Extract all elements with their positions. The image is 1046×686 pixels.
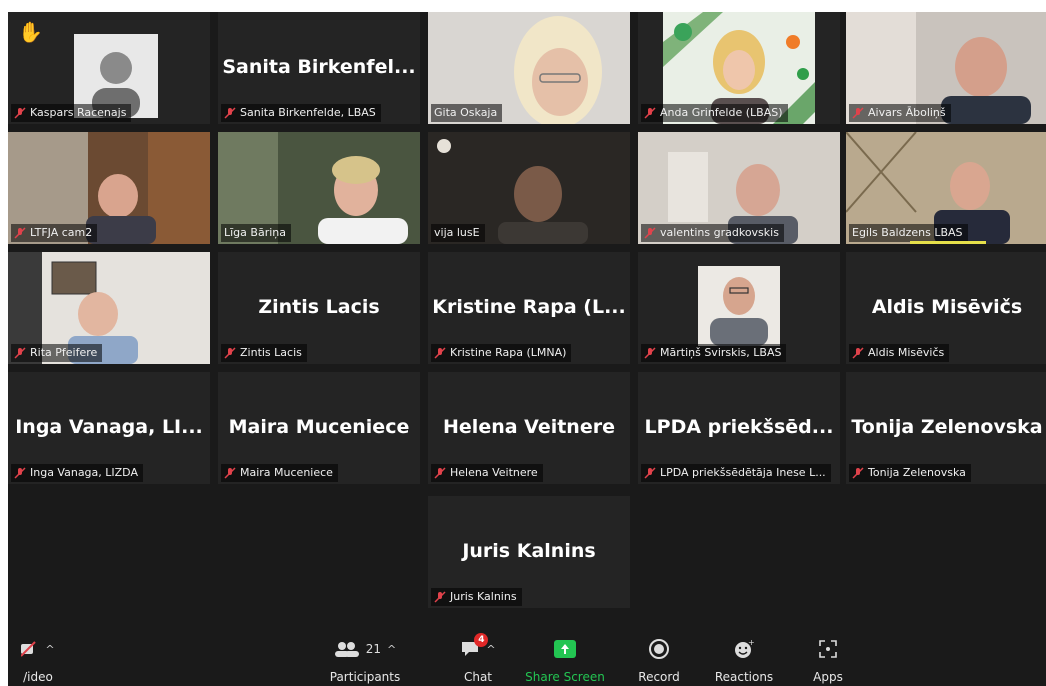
participant-tile[interactable]: Gita Oskaja bbox=[428, 12, 630, 124]
profile-photo bbox=[698, 266, 780, 346]
reactions-icon: + bbox=[735, 639, 754, 658]
participant-name: Maira Muceniece bbox=[228, 416, 410, 438]
participant-tile[interactable]: LTFJA cam2 bbox=[8, 132, 210, 244]
name-label: Aldis Misēvičs bbox=[849, 344, 950, 362]
participant-name: Tonija Zelenovska bbox=[851, 416, 1043, 438]
muted-mic-icon bbox=[644, 227, 656, 239]
muted-mic-icon bbox=[434, 591, 446, 603]
video-button[interactable]: ^ /ideo bbox=[8, 636, 68, 684]
meeting-window: ✋ Kaspars Racenajs Sanita Birkenfel... S… bbox=[8, 12, 1046, 686]
meeting-toolbar: ^ /ideo 21 ^ Participants 4 ^ Chat Share… bbox=[8, 632, 1046, 686]
name-label: Mārtiņš Svirskis, LBAS bbox=[641, 344, 787, 362]
name-label: Zintis Lacis bbox=[221, 344, 307, 362]
participant-tile-active-speaker[interactable]: Līga Bāriņa bbox=[218, 132, 420, 244]
muted-mic-icon bbox=[434, 347, 446, 359]
muted-mic-icon bbox=[14, 467, 26, 479]
participant-tile[interactable]: Sanita Birkenfel... Sanita Birkenfelde, … bbox=[218, 12, 420, 124]
chevron-up-icon[interactable]: ^ bbox=[486, 643, 495, 656]
muted-mic-icon bbox=[852, 107, 864, 119]
participants-button[interactable]: 21 ^ Participants bbox=[310, 636, 420, 684]
apps-button[interactable]: Apps bbox=[804, 636, 852, 684]
participant-tile[interactable]: Tonija Zelenovska Tonija Zelenovska bbox=[846, 372, 1046, 484]
muted-mic-icon bbox=[14, 107, 26, 119]
speaking-indicator bbox=[910, 241, 986, 244]
participant-tile[interactable]: Mārtiņš Svirskis, LBAS bbox=[638, 252, 840, 364]
record-button[interactable]: Record bbox=[632, 636, 686, 684]
name-label: Aivars Āboliņš bbox=[849, 104, 951, 122]
participant-tile[interactable]: Zintis Lacis Zintis Lacis bbox=[218, 252, 420, 364]
participant-name: Zintis Lacis bbox=[258, 296, 380, 318]
chevron-up-icon[interactable]: ^ bbox=[45, 643, 54, 656]
name-label: Kristine Rapa (LMNA) bbox=[431, 344, 572, 362]
participant-tile[interactable]: Egils Baldzens LBAS bbox=[846, 132, 1046, 244]
name-label: Līga Bāriņa bbox=[221, 224, 291, 242]
participant-tile[interactable]: Inga Vanaga, LI... Inga Vanaga, LIZDA bbox=[8, 372, 210, 484]
muted-mic-icon bbox=[14, 347, 26, 359]
participant-name: Helena Veitnere bbox=[443, 416, 615, 438]
share-screen-button[interactable]: Share Screen bbox=[520, 636, 610, 684]
participant-tile[interactable]: valentins gradkovskis bbox=[638, 132, 840, 244]
participant-tile[interactable]: ✋ Kaspars Racenajs bbox=[8, 12, 210, 124]
name-label: Gita Oskaja bbox=[431, 104, 503, 122]
participant-tile[interactable]: LPDA priekšsēd... LPDA priekšsēdētāja In… bbox=[638, 372, 840, 484]
name-label: Maira Muceniece bbox=[221, 464, 338, 482]
name-label: Egils Baldzens LBAS bbox=[849, 224, 968, 242]
muted-mic-icon bbox=[224, 347, 236, 359]
record-icon bbox=[649, 639, 669, 659]
participant-name: Aldis Misēvičs bbox=[871, 296, 1023, 318]
name-label: Inga Vanaga, LIZDA bbox=[11, 464, 143, 482]
name-label: vija lusE bbox=[431, 224, 485, 242]
participant-tile[interactable]: Anda Grinfelde (LBAS) bbox=[638, 12, 840, 124]
participant-tile[interactable]: Aivars Āboliņš bbox=[846, 12, 1046, 124]
name-label: Tonija Zelenovska bbox=[849, 464, 971, 482]
participant-name: Kristine Rapa (L... bbox=[432, 296, 626, 318]
participants-icon bbox=[334, 642, 359, 657]
muted-mic-icon bbox=[224, 467, 236, 479]
muted-mic-icon bbox=[224, 107, 236, 119]
chat-button[interactable]: 4 ^ Chat bbox=[448, 633, 508, 684]
share-screen-icon bbox=[554, 640, 576, 658]
muted-mic-icon bbox=[14, 227, 26, 239]
participant-tile[interactable]: Juris Kalnins Juris Kalnins bbox=[428, 496, 630, 608]
name-label: Sanita Birkenfelde, LBAS bbox=[221, 104, 381, 122]
muted-mic-icon bbox=[434, 467, 446, 479]
muted-mic-icon bbox=[852, 467, 864, 479]
svg-text:+: + bbox=[748, 639, 754, 647]
name-label: Rita Pfeifere bbox=[11, 344, 103, 362]
participant-tile[interactable]: Kristine Rapa (L... Kristine Rapa (LMNA) bbox=[428, 252, 630, 364]
name-label: Helena Veitnere bbox=[431, 464, 543, 482]
muted-mic-icon bbox=[644, 347, 656, 359]
participant-tile[interactable]: Rita Pfeifere bbox=[8, 252, 210, 364]
name-label: Juris Kalnins bbox=[431, 588, 522, 606]
name-label: LTFJA cam2 bbox=[11, 224, 98, 242]
reactions-button[interactable]: + Reactions bbox=[708, 636, 780, 684]
video-off-icon bbox=[21, 641, 37, 657]
name-label: Kaspars Racenajs bbox=[11, 104, 132, 122]
participant-name: Juris Kalnins bbox=[462, 540, 596, 562]
participant-name: Sanita Birkenfel... bbox=[222, 56, 416, 78]
chevron-up-icon[interactable]: ^ bbox=[387, 643, 396, 656]
participant-name: Inga Vanaga, LI... bbox=[15, 416, 203, 438]
muted-mic-icon bbox=[644, 107, 656, 119]
participant-tile[interactable]: vija lusE bbox=[428, 132, 630, 244]
participant-tile[interactable]: Maira Muceniece Maira Muceniece bbox=[218, 372, 420, 484]
participant-name: LPDA priekšsēd... bbox=[644, 416, 834, 438]
apps-icon bbox=[819, 640, 837, 658]
muted-mic-icon bbox=[644, 467, 656, 479]
name-label: LPDA priekšsēdētāja Inese L... bbox=[641, 464, 831, 482]
participant-tile[interactable]: Helena Veitnere Helena Veitnere bbox=[428, 372, 630, 484]
raised-hand-icon: ✋ bbox=[18, 20, 43, 44]
name-label: Anda Grinfelde (LBAS) bbox=[641, 104, 788, 122]
participant-tile[interactable]: Aldis Misēvičs Aldis Misēvičs bbox=[846, 252, 1046, 364]
muted-mic-icon bbox=[852, 347, 864, 359]
name-label: valentins gradkovskis bbox=[641, 224, 784, 242]
